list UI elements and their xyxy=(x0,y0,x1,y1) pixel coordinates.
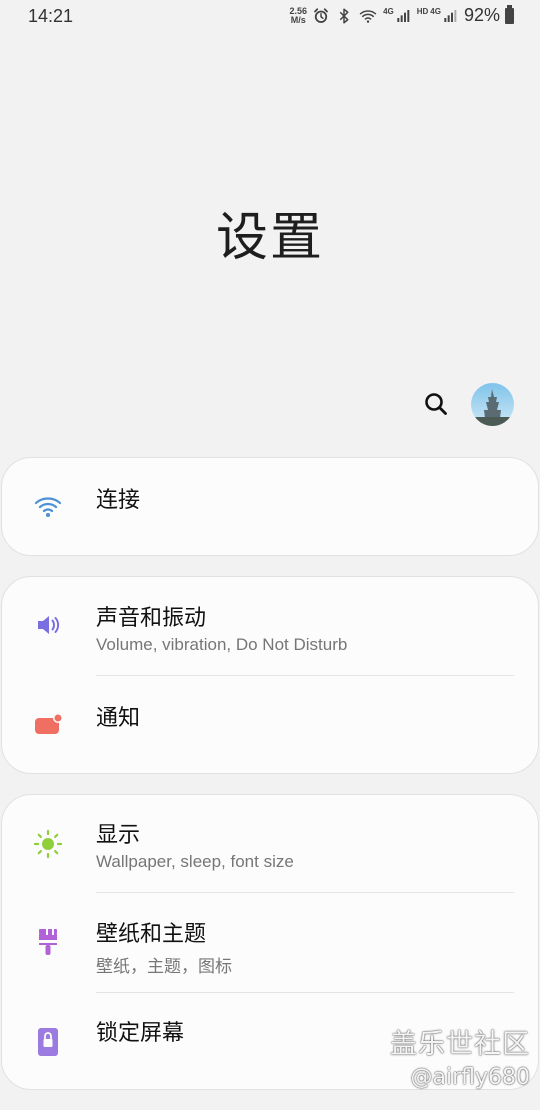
watermark-line1: 盖乐世社区 xyxy=(390,1029,530,1060)
watermark: 盖乐世社区 @airfly680 xyxy=(390,1022,530,1090)
alarm-icon xyxy=(314,7,328,23)
settings-item-subtitle: Wallpaper, sleep, font size xyxy=(96,852,294,871)
brightness-icon xyxy=(30,826,66,862)
settings-item-wallpaper-themes[interactable]: 壁纸和主题 壁纸，主题，图标 xyxy=(2,894,538,993)
network-speed: 2.56 M/s xyxy=(290,6,308,25)
settings-item-subtitle: Volume, vibration, Do Not Disturb xyxy=(96,635,348,654)
settings-item-title: 锁定屏幕 xyxy=(96,1021,185,1046)
signal-4g-icon xyxy=(444,9,457,22)
status-time: 14:21 xyxy=(28,6,74,26)
settings-group-sound-notifications: 声音和振动 Volume, vibration, Do Not Disturb … xyxy=(1,576,539,774)
signal-4g-icon xyxy=(397,9,410,22)
settings-item-display[interactable]: 显示 Wallpaper, sleep, font size xyxy=(2,795,538,894)
signal-4g-label-2: 4G xyxy=(430,7,441,16)
page-title: 设置 xyxy=(215,208,324,268)
paintbrush-icon xyxy=(30,924,66,960)
settings-item-title: 声音和振动 xyxy=(96,606,207,631)
divider xyxy=(96,892,514,893)
settings-item-connections[interactable]: 连接 xyxy=(2,458,538,555)
signal-4g-label: 4G xyxy=(383,7,394,16)
bluetooth-icon xyxy=(339,8,349,23)
settings-item-subtitle: 壁纸，主题，图标 xyxy=(96,957,232,976)
settings-item-title: 连接 xyxy=(96,488,141,513)
avatar[interactable] xyxy=(471,383,514,426)
status-icons: 2.56 M/s 4G HD 4G 92% xyxy=(290,4,514,26)
speaker-icon xyxy=(30,607,66,643)
battery-percent: 92% xyxy=(463,5,500,25)
notification-icon xyxy=(30,706,66,742)
settings-item-notifications[interactable]: 通知 xyxy=(2,676,538,773)
settings-item-title: 通知 xyxy=(96,706,141,731)
settings-group-connections: 连接 xyxy=(1,457,539,556)
wifi-icon xyxy=(359,9,377,23)
hd-label: HD xyxy=(416,7,429,16)
settings-item-sound-vibration[interactable]: 声音和振动 Volume, vibration, Do Not Disturb xyxy=(2,577,538,676)
settings-item-title: 壁纸和主题 xyxy=(96,922,207,947)
wifi-icon xyxy=(30,488,66,524)
settings-item-title: 显示 xyxy=(96,823,141,848)
search-icon[interactable] xyxy=(422,390,450,418)
lock-icon xyxy=(30,1024,66,1060)
status-bar: 14:21 2.56 M/s 4G HD 4G 92% xyxy=(0,0,540,34)
watermark-line2: @airfly680 xyxy=(410,1065,530,1090)
network-speed-unit: M/s xyxy=(290,14,306,25)
battery-icon xyxy=(505,4,514,24)
